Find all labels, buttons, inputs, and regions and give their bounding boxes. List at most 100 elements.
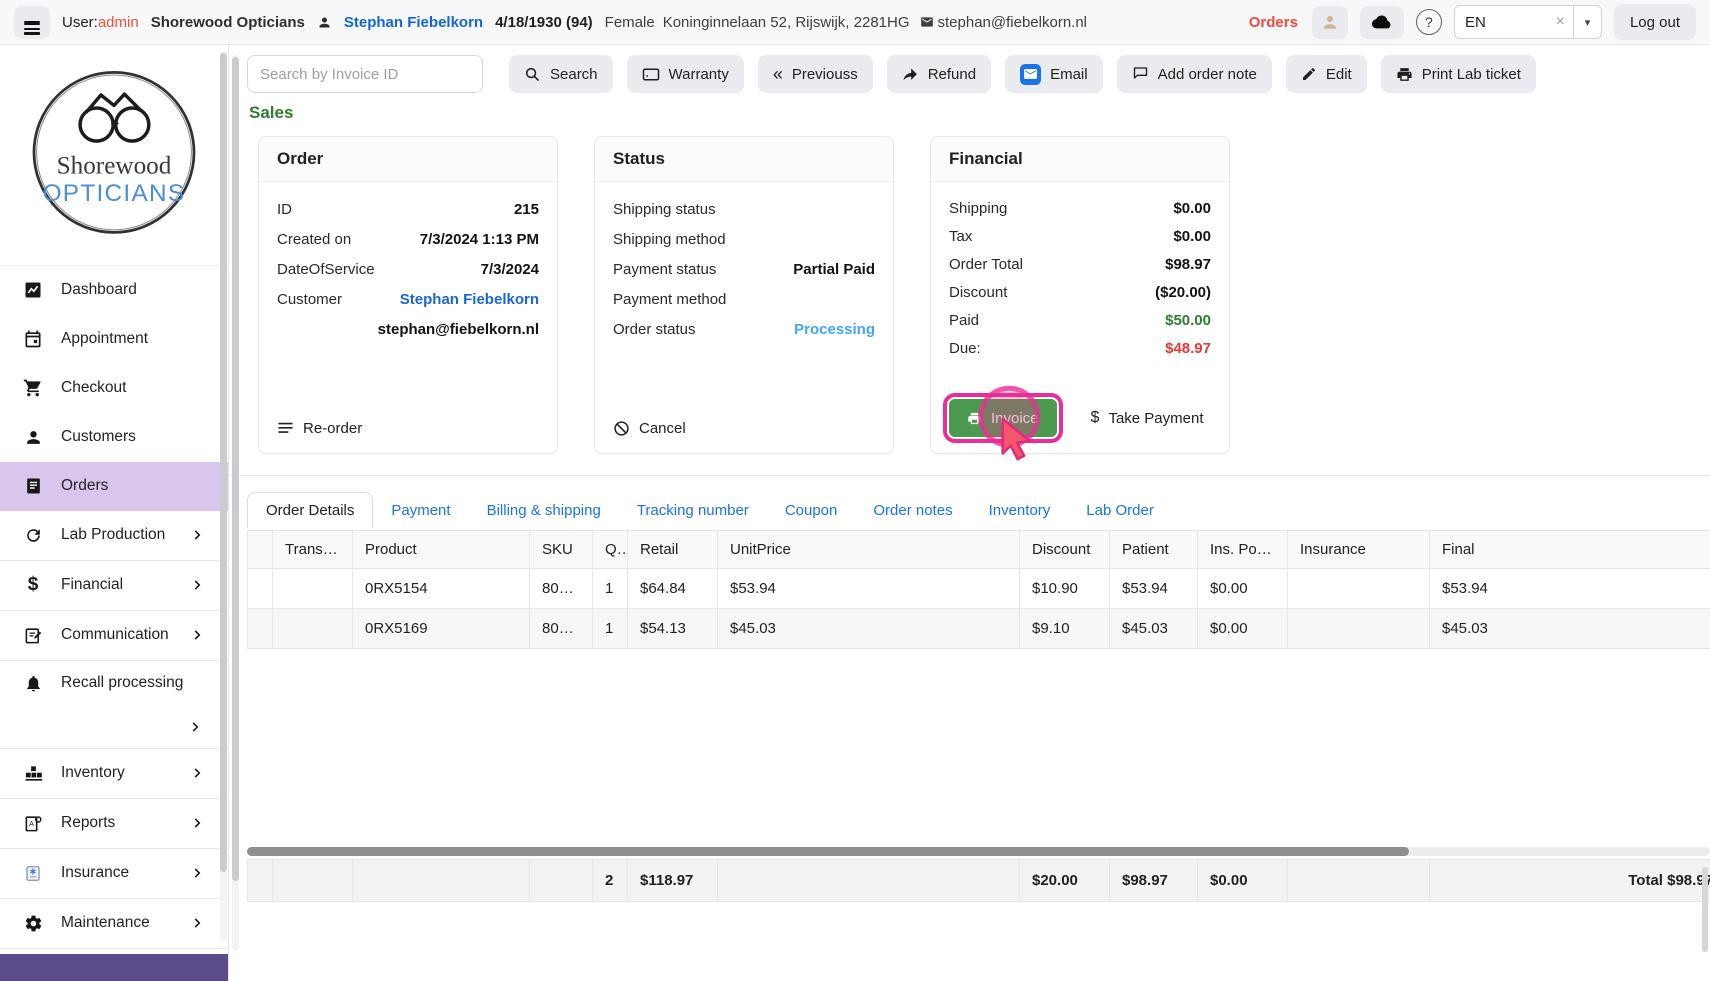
order-total-value: $98.97 <box>1165 256 1211 273</box>
previous-button[interactable]: « Previouss <box>758 55 873 93</box>
total-qty: 2 <box>593 860 628 902</box>
insurance-card-icon: ✱ <box>22 864 44 883</box>
tab-tracking-number[interactable]: Tracking number <box>619 493 767 528</box>
col-qty: Qty. <box>593 531 628 569</box>
divider <box>0 948 228 949</box>
col-retail: Retail <box>628 531 718 569</box>
sidebar-item-label: Maintenance <box>61 914 150 932</box>
table-row[interactable]: 0RX5169 805367... 1 $54.13 $45.03 $9.10 … <box>248 609 1710 649</box>
tab-inventory[interactable]: Inventory <box>971 493 1069 528</box>
tab-billing-shipping[interactable]: Billing & shipping <box>469 493 619 528</box>
sidebar-item-inventory[interactable]: Inventory <box>0 749 228 798</box>
order-card: Order ID215 Created on7/3/2024 1:13 PM D… <box>258 136 558 454</box>
order-id-value: 215 <box>514 201 539 218</box>
cancel-icon <box>613 420 630 437</box>
order-tabs: Order Details Payment Billing & shipping… <box>247 492 1710 528</box>
search-button[interactable]: Search <box>509 55 613 93</box>
sidebar-item-appointment[interactable]: Appointment <box>0 315 228 364</box>
assistant-button[interactable] <box>1312 6 1348 39</box>
hamburger-menu-button[interactable] <box>14 6 50 39</box>
right-edge-scrollbar-thumb[interactable] <box>1702 867 1708 952</box>
hamburger-icon <box>24 21 40 23</box>
sidebar-item-reports[interactable]: A Reports <box>0 799 228 848</box>
chevron-right-icon <box>190 528 204 542</box>
user-name: admin <box>98 14 139 31</box>
tab-order-notes[interactable]: Order notes <box>855 493 970 528</box>
language-select[interactable]: EN × ▾ <box>1454 5 1602 39</box>
total-patient: $98.97 <box>1110 860 1198 902</box>
tab-payment[interactable]: Payment <box>373 493 468 528</box>
col-unit-price: UnitPrice <box>718 531 1020 569</box>
status-card-title: Status <box>595 137 893 182</box>
clear-icon[interactable]: × <box>1548 13 1573 31</box>
cloud-button[interactable] <box>1360 6 1404 39</box>
mail-icon <box>920 15 934 29</box>
financial-card: Financial Shipping$0.00 Tax$0.00 Order T… <box>930 136 1230 454</box>
table-row[interactable]: 0RX5154 805367... 1 $64.84 $53.94 $10.90… <box>248 569 1710 609</box>
chevron-right-icon <box>190 816 204 830</box>
warranty-button[interactable]: Warranty <box>627 55 744 93</box>
cart-icon <box>22 378 44 398</box>
help-button[interactable]: ? <box>1416 9 1442 35</box>
topbar-right-cluster: Orders ? EN × ▾ Log out <box>1249 4 1696 40</box>
take-payment-button[interactable]: $ Take Payment <box>1091 409 1204 427</box>
tab-lab-order[interactable]: Lab Order <box>1068 493 1172 528</box>
sidebar-item-financial[interactable]: $ Financial <box>0 561 228 610</box>
customer-link[interactable]: Stephan Fiebelkorn <box>400 291 539 308</box>
tab-order-details[interactable]: Order Details <box>247 492 373 528</box>
order-items-totals-table: 2 $118.97 $20.00 $98.97 $0.00 Total $98.… <box>247 859 1710 902</box>
person-icon <box>22 428 44 447</box>
bell-icon <box>22 674 44 693</box>
horizontal-scrollbar-thumb[interactable] <box>247 847 1409 856</box>
customer-label: Customer <box>277 291 342 308</box>
sidebar-item-communication[interactable]: Communication <box>0 611 228 660</box>
logout-button[interactable]: Log out <box>1614 4 1696 40</box>
chevron-down-icon[interactable]: ▾ <box>1573 6 1601 38</box>
cell-product: 0RX5169 <box>353 609 530 649</box>
tab-coupon[interactable]: Coupon <box>767 493 856 528</box>
chevron-right-icon <box>190 766 204 780</box>
status-card: Status Shipping status Shipping method P… <box>594 136 894 454</box>
patient-name-link[interactable]: Stephan Fiebelkorn <box>344 14 483 31</box>
total-discount: $20.00 <box>1020 860 1110 902</box>
order-items-table: Transacti... Product SKU Qty. Retail Uni… <box>247 530 1710 649</box>
edit-button[interactable]: Edit <box>1286 55 1367 93</box>
reorder-button[interactable]: Re-order <box>277 420 362 437</box>
sidebar-item-checkout[interactable]: Checkout <box>0 364 228 413</box>
horizontal-scrollbar[interactable] <box>247 847 1710 856</box>
section-label: Orders <box>1249 14 1298 31</box>
invoice-button[interactable]: Invoice <box>949 399 1057 437</box>
sidebar-item-recall-processing[interactable]: Recall processing <box>0 661 228 748</box>
compose-icon <box>22 626 44 645</box>
main-vertical-scrollbar[interactable] <box>232 55 239 951</box>
sidebar-item-insurance[interactable]: ✱ Insurance <box>0 849 228 898</box>
patient-gender: Female <box>605 14 655 31</box>
sidebar-scrollbar[interactable] <box>220 51 227 941</box>
sidebar-item-dashboard[interactable]: Dashboard <box>0 266 228 315</box>
print-lab-ticket-button[interactable]: Print Lab ticket <box>1381 55 1536 93</box>
total-ins-portion: $0.00 <box>1198 860 1288 902</box>
sidebar-item-label: Insurance <box>61 864 129 882</box>
svg-text:OPTICIANS: OPTICIANS <box>43 180 186 207</box>
cell-patient: $45.03 <box>1110 609 1198 649</box>
email-button[interactable]: Email <box>1005 55 1103 93</box>
order-status-label: Order status <box>613 321 696 338</box>
sidebar-item-lab-production[interactable]: Lab Production <box>0 511 228 560</box>
topbar: User:admin Shorewood Opticians Stephan F… <box>0 0 1710 45</box>
invoice-search-input[interactable] <box>247 55 483 93</box>
refund-button[interactable]: Refund <box>887 55 991 93</box>
sidebar-item-maintenance[interactable]: Maintenance <box>0 899 228 948</box>
cell-retail: $64.84 <box>628 569 718 609</box>
cell-unit-price: $53.94 <box>718 569 1020 609</box>
financial-card-title: Financial <box>931 137 1229 182</box>
totals-row: 2 $118.97 $20.00 $98.97 $0.00 Total $98.… <box>248 860 1710 902</box>
sidebar-item-orders[interactable]: Orders <box>0 462 228 511</box>
patient-dob: 4/18/1930 (94) <box>495 14 593 31</box>
cancel-order-button[interactable]: Cancel <box>613 420 686 437</box>
sidebar-item-label: Lab Production <box>61 526 165 544</box>
add-order-note-button[interactable]: Add order note <box>1117 55 1272 93</box>
order-items-table-wrap: Transacti... Product SKU Qty. Retail Uni… <box>247 530 1710 902</box>
cell-qty: 1 <box>593 569 628 609</box>
sidebar-item-customers[interactable]: Customers <box>0 413 228 462</box>
svg-text:A: A <box>29 820 34 828</box>
